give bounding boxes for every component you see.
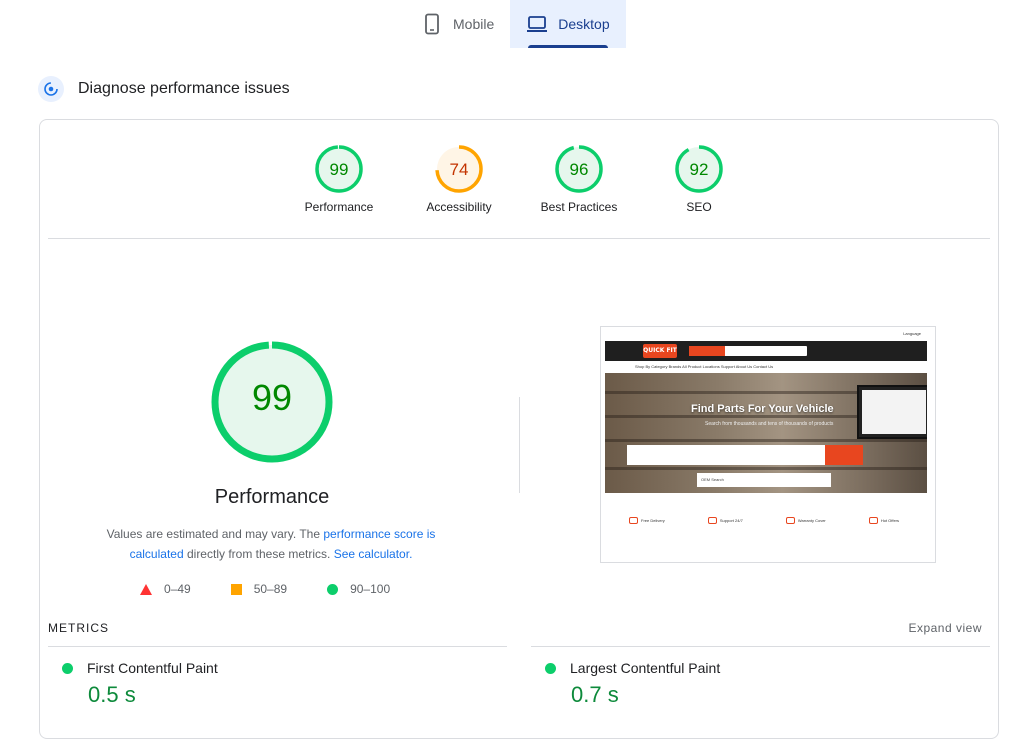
see-calculator-link[interactable]: See calculator. <box>334 547 413 561</box>
pass-circle-icon <box>62 662 73 674</box>
thumb-link: Language <box>903 331 921 336</box>
thumb-oem-search: OEM Search <box>697 473 831 487</box>
report-card: 99 Performance 74 Accessibility 96 Best … <box>39 119 999 739</box>
score-gauges: 99 Performance 74 Accessibility 96 Best … <box>40 144 998 240</box>
legend-range: 90–100 <box>350 582 391 596</box>
tab-desktop-label: Desktop <box>558 16 610 32</box>
gauge-icon <box>38 76 64 102</box>
metric-label: First Contentful Paint <box>87 660 218 676</box>
thumb-features: Free Delivery Support 24/7 Warranty Cove… <box>629 517 899 524</box>
divider <box>48 646 507 647</box>
thumb-feature: Warranty Cover <box>785 517 826 524</box>
gauge-accessibility[interactable]: 74 Accessibility <box>399 144 519 214</box>
phone-icon <box>425 13 439 35</box>
metric-fcp: First Contentful Paint 0.5 s <box>62 660 218 708</box>
performance-gauge-large: 99 <box>211 341 333 463</box>
score-legend: 0–49 50–89 90–100 <box>140 582 390 596</box>
legend-range: 50–89 <box>253 582 288 596</box>
score-note: Values are estimated and may vary. The p… <box>88 524 454 564</box>
gauge-performance[interactable]: 99 Performance <box>279 144 399 214</box>
gauge-ring: 92 <box>675 145 723 193</box>
thumb-topbar: Online Catalog Track Order Language <box>605 331 927 345</box>
thumb-monitor <box>857 385 927 439</box>
divider <box>531 646 990 647</box>
performance-title: Performance <box>214 486 330 508</box>
expand-view-button[interactable]: Expand view <box>908 621 982 635</box>
note-text: directly from these metrics. <box>183 547 334 561</box>
thumb-nav: Shop By Category Brands All Product Loca… <box>605 362 927 372</box>
note-text: Values are estimated and may vary. The <box>106 527 324 541</box>
gauge-label: Best Practices <box>540 200 618 214</box>
legend-fail: 0–49 <box>140 582 191 596</box>
metric-lcp: Largest Contentful Paint 0.7 s <box>545 660 720 708</box>
tab-mobile[interactable]: Mobile <box>405 0 510 48</box>
gauge-label: Accessibility <box>426 200 492 214</box>
pass-circle-icon <box>545 662 556 674</box>
thumb-feature: Hot Offers <box>868 517 899 524</box>
thumb-feature: Support 24/7 <box>707 517 743 524</box>
gauge-ring: 74 <box>435 145 483 193</box>
gauge-ring: 99 <box>315 145 363 193</box>
thumb-search <box>689 346 807 356</box>
thumb-vehicle-form <box>627 445 863 465</box>
device-tabs: Mobile Desktop <box>405 0 626 48</box>
gauge-value: 96 <box>570 160 589 179</box>
thumb-hero-title: Find Parts For Your Vehicle <box>691 403 834 415</box>
thumb-logo: QUICK FIT <box>643 344 677 358</box>
square-icon <box>230 583 242 595</box>
metric-value: 0.7 s <box>571 682 619 707</box>
thumb-feature: Free Delivery <box>629 517 665 524</box>
gauge-best-practices[interactable]: 96 Best Practices <box>519 144 639 214</box>
gauge-value: 99 <box>330 160 349 179</box>
legend-pass: 90–100 <box>327 582 390 596</box>
divider <box>48 238 990 239</box>
vertical-divider <box>519 397 520 493</box>
performance-score-value: 99 <box>252 377 292 418</box>
metric-value: 0.5 s <box>88 682 136 707</box>
diagnose-header: Diagnose performance issues <box>38 76 290 102</box>
gauge-label: SEO <box>686 200 712 214</box>
gauge-value: 74 <box>450 160 469 179</box>
legend-range: 0–49 <box>164 582 191 596</box>
thumb-hero-sub: Search from thousands and tens of thousa… <box>705 421 834 427</box>
tab-mobile-label: Mobile <box>453 16 495 32</box>
triangle-icon <box>140 583 152 595</box>
final-screenshot[interactable]: Online Catalog Track Order Language QUIC… <box>600 326 936 563</box>
gauge-seo[interactable]: 92 SEO <box>639 144 759 214</box>
metrics-title: METRICS <box>48 621 109 635</box>
metric-label: Largest Contentful Paint <box>570 660 721 676</box>
gauge-label: Performance <box>304 200 374 214</box>
gauge-value: 92 <box>690 160 709 179</box>
thumb-header: QUICK FIT <box>605 341 927 361</box>
legend-average: 50–89 <box>230 582 288 596</box>
thumb-hero: Find Parts For Your Vehicle Search from … <box>605 373 927 493</box>
laptop-icon <box>527 16 548 32</box>
circle-icon <box>327 583 339 595</box>
tab-desktop[interactable]: Desktop <box>510 0 626 48</box>
diagnose-title: Diagnose performance issues <box>78 80 290 97</box>
gauge-ring: 96 <box>555 145 603 193</box>
